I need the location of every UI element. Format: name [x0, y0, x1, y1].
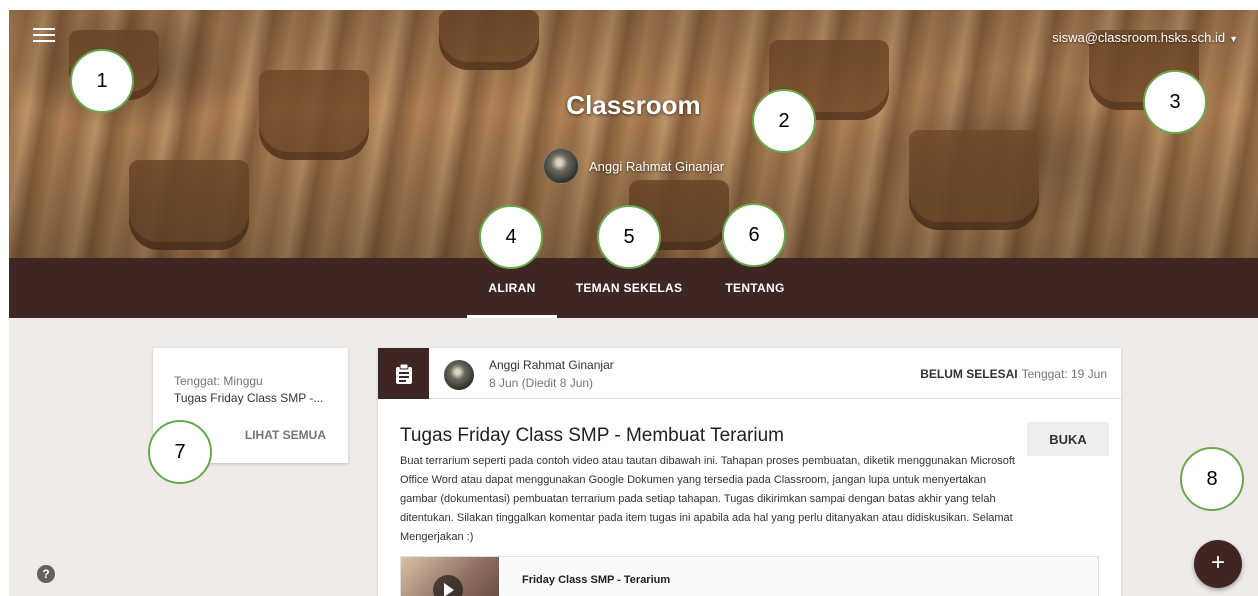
status-badge: BELUM SELESAI	[920, 367, 1018, 381]
author-avatar	[444, 360, 474, 390]
post-author: Anggi Rahmat Ginanjar	[489, 358, 614, 372]
screenshot-frame: siswa@classroom.hsks.sch.id ▼ Classroom A…	[0, 0, 1258, 596]
assignment-title[interactable]: Tugas Friday Class SMP - Membuat Terariu…	[400, 425, 784, 447]
callout-badge-2: 2	[752, 89, 816, 153]
see-all-link[interactable]: LIHAT SEMUA	[245, 428, 326, 442]
callout-badge-1: 1	[70, 49, 134, 113]
teacher-name: Anggi Rahmat Ginanjar	[589, 158, 725, 174]
post-header: Anggi Rahmat Ginanjar 8 Jun (Diedit 8 Ju…	[378, 348, 1121, 399]
assignment-type-icon	[378, 348, 429, 399]
teacher-info: Anggi Rahmat Ginanjar	[543, 148, 724, 184]
callout-badge-5: 5	[597, 205, 661, 269]
menu-icon[interactable]	[33, 28, 55, 44]
callout-badge-3: 3	[1143, 70, 1207, 134]
post-status: BELUM SELESAI Tenggat: 19 Jun	[920, 367, 1107, 381]
open-button[interactable]: BUKA	[1027, 422, 1109, 456]
account-switcher[interactable]: siswa@classroom.hsks.sch.id ▼	[1052, 30, 1238, 45]
attachment-video[interactable]: Friday Class SMP - Terarium	[400, 556, 1099, 596]
help-icon[interactable]: ?	[37, 565, 55, 583]
callout-badge-8: 8	[1180, 447, 1244, 511]
attachment-title: Friday Class SMP - Terarium	[522, 574, 671, 586]
assignment-post: Anggi Rahmat Ginanjar 8 Jun (Diedit 8 Ju…	[378, 348, 1121, 596]
callout-badge-6: 6	[722, 203, 786, 267]
upcoming-due-label: Tenggat: Minggu	[174, 374, 263, 388]
add-fab-button[interactable]: +	[1194, 540, 1242, 588]
callout-badge-4: 4	[479, 205, 543, 269]
class-title: Classroom	[566, 90, 701, 120]
account-email: siswa@classroom.hsks.sch.id	[1052, 30, 1226, 45]
post-date: 8 Jun (Diedit 8 Jun)	[489, 376, 594, 390]
tab-tentang[interactable]: TENTANG	[709, 258, 801, 318]
teacher-avatar	[543, 148, 579, 184]
callout-badge-7: 7	[148, 420, 212, 484]
clipboard-icon	[395, 363, 412, 384]
due-date: Tenggat: 19 Jun	[1021, 367, 1107, 381]
caret-down-icon: ▼	[1229, 34, 1238, 44]
assignment-description: Buat terrarium seperti pada contoh video…	[400, 455, 1015, 543]
upcoming-assignment-link[interactable]: Tugas Friday Class SMP -...	[174, 391, 323, 405]
